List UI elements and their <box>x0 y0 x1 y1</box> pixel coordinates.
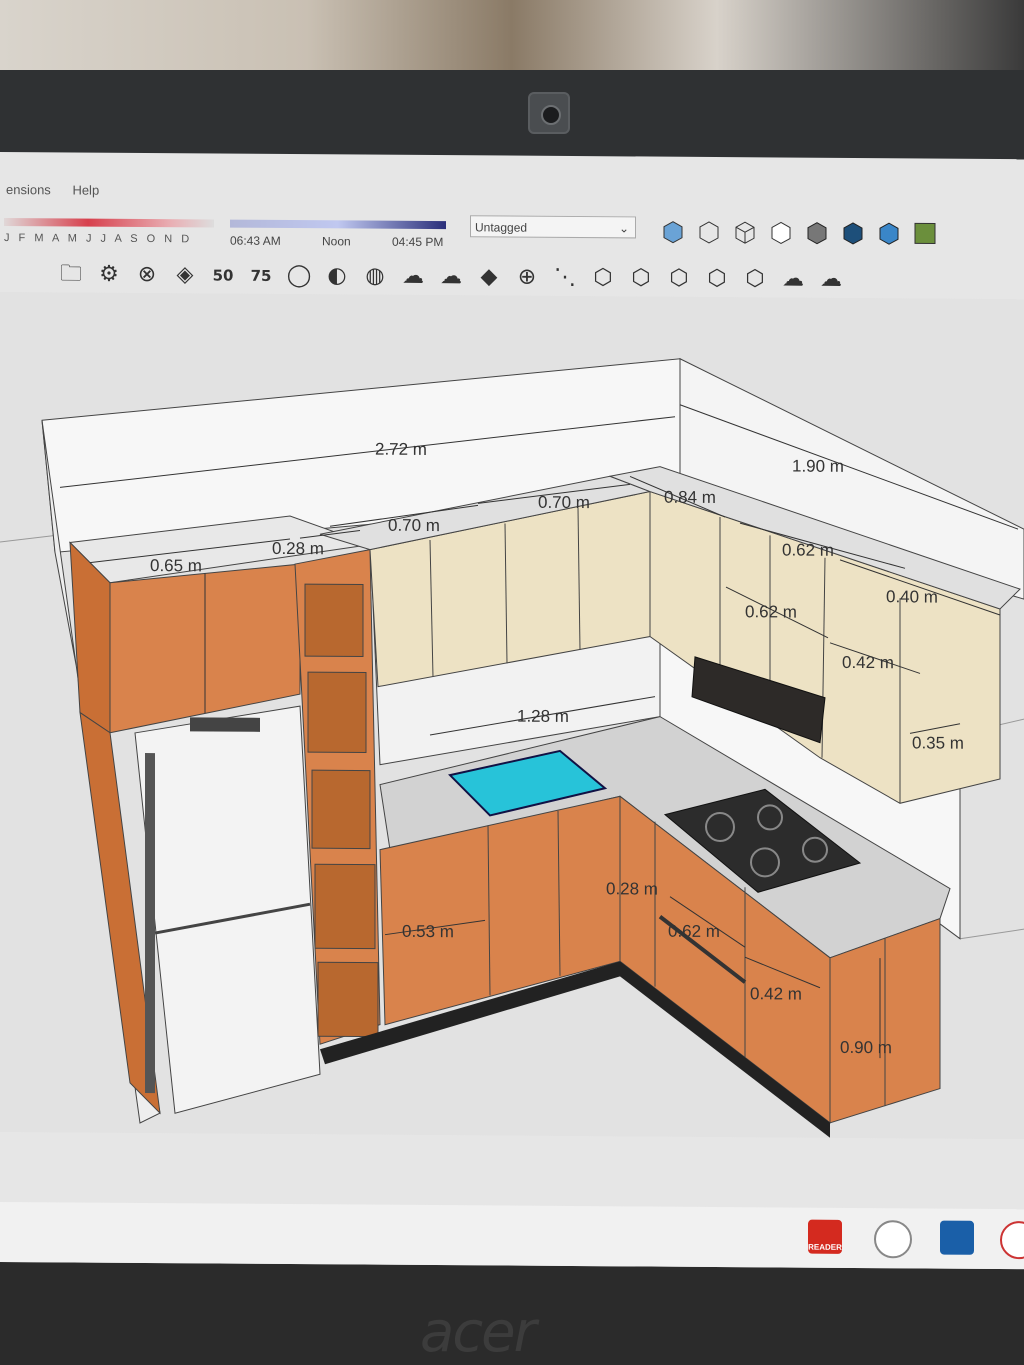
tag-dropdown-value: Untagged <box>475 220 528 235</box>
cloud-x-icon[interactable]: ☁ <box>396 260 430 294</box>
folder-icon[interactable]: 🗀 <box>54 257 88 291</box>
shelf-cubby <box>307 671 367 754</box>
pdf-reader-icon[interactable]: READER <box>808 1219 842 1254</box>
dim-upper-2: 0.70 m <box>538 493 590 512</box>
acer-logo: acer <box>420 1300 537 1365</box>
dashed-line-icon[interactable]: ⋱ <box>548 261 582 295</box>
wireframe-icon[interactable] <box>732 219 758 245</box>
dim-shelf-width: 0.28 m <box>272 539 324 558</box>
model-viewport[interactable]: 2.72 m 1.90 m 0.65 m 0.28 m 0.70 m 0.70 … <box>0 292 1024 1140</box>
reader-label: READER <box>808 1242 842 1252</box>
dim-corner-upper: 0.84 m <box>664 488 716 507</box>
dim-upper-right-2: 0.40 m <box>886 587 938 606</box>
menu-item-help[interactable]: Help <box>72 183 99 198</box>
fridge-display <box>190 717 260 732</box>
dim-upper-1: 0.70 m <box>388 516 440 535</box>
back-edges-icon[interactable] <box>696 219 722 245</box>
hidden-line-icon[interactable] <box>768 219 794 245</box>
orbit-icon[interactable]: ⬡ <box>586 261 620 295</box>
webcam <box>528 92 570 134</box>
shaded-textures-icon[interactable] <box>840 220 866 246</box>
dim-total-width: 2.72 m <box>375 440 427 459</box>
section-icon[interactable]: ⬡ <box>624 261 658 295</box>
opacity-50-button[interactable]: 50 <box>206 258 240 292</box>
background-room <box>0 0 1024 80</box>
contrast-icon[interactable]: ◐ <box>320 259 354 293</box>
xray-style-icon[interactable] <box>660 219 686 245</box>
opacity-50-label: 50 <box>212 266 234 285</box>
layers-box-icon[interactable]: ⬡ <box>700 262 734 296</box>
shaded-icon[interactable] <box>804 220 830 246</box>
fridge <box>134 705 321 1114</box>
laptop-bezel <box>0 70 1024 160</box>
cloud-sync-icon[interactable]: ☁ <box>776 262 810 296</box>
view-icon[interactable]: ◈ <box>168 258 202 292</box>
cloud-refresh-icon[interactable]: ☁ <box>814 263 848 297</box>
time-end-label: 04:45 PM <box>392 234 444 250</box>
cloud-download-icon[interactable]: ☁ <box>434 260 468 294</box>
kitchen-model: 2.72 m 1.90 m 0.65 m 0.28 m 0.70 m 0.70 … <box>0 357 1024 1138</box>
gear-icon[interactable]: ⚙ <box>92 258 126 292</box>
shelf-cubby <box>317 961 379 1038</box>
whatsapp-icon[interactable] <box>874 1220 912 1259</box>
dim-sink-run: 1.28 m <box>517 707 569 726</box>
shelf-cubby <box>314 863 376 950</box>
ground-line <box>959 928 1024 940</box>
export-box-icon[interactable]: ⬡ <box>738 262 772 296</box>
menu-item-extensions[interactable]: ensions <box>6 182 51 197</box>
opacity-75-label: 75 <box>250 266 272 285</box>
fridge-handle <box>145 753 155 1094</box>
dim-upper-right-1: 0.62 m <box>782 540 834 559</box>
date-slider[interactable] <box>4 218 214 228</box>
plus-icon[interactable]: ⊕ <box>510 261 544 295</box>
menu-bar: ensions Help <box>0 182 111 207</box>
close-icon[interactable]: ⊗ <box>130 258 164 292</box>
cloud-box-icon[interactable]: ⬡ <box>662 262 696 296</box>
time-start-label: 06:43 AM <box>230 233 281 248</box>
dim-base-height: 0.90 m <box>840 1038 892 1057</box>
shelf-cubby <box>311 769 371 850</box>
select-icon[interactable]: ◆ <box>472 260 506 294</box>
dim-base-left: 0.53 m <box>402 922 454 941</box>
shelf-cubby <box>304 583 364 658</box>
dim-upper-height: 0.35 m <box>912 733 964 752</box>
time-noon-label: Noon <box>322 234 351 249</box>
month-labels: J F M A M J J A S O N D <box>4 232 193 246</box>
dim-upper-depth-1: 0.62 m <box>745 602 797 621</box>
chevron-down-icon: ⌄ <box>618 221 629 236</box>
sketchup-taskbar-icon[interactable] <box>940 1220 974 1255</box>
component-icon[interactable] <box>912 220 938 246</box>
dim-tall-depth: 0.65 m <box>150 556 202 575</box>
face-style-toolbar <box>660 219 938 247</box>
shadow-toolbar: J F M A M J J A S O N D 06:43 AM Noon 04… <box>0 210 1024 261</box>
windows-taskbar: READER <box>0 1202 1024 1270</box>
sketchup-window: ensions Help J F M A M J J A S O N D 06:… <box>0 152 1024 1270</box>
monochrome-icon[interactable] <box>876 220 902 246</box>
dim-right-wall: 1.90 m <box>792 457 844 476</box>
tag-dropdown[interactable]: Untagged ⌄ <box>470 215 636 239</box>
dim-base-corner: 0.28 m <box>606 879 658 898</box>
chrome-icon[interactable] <box>1000 1220 1024 1260</box>
dim-base-right-2: 0.42 m <box>750 984 802 1003</box>
dim-base-right-1: 0.62 m <box>668 922 720 941</box>
drop-icon[interactable]: ◯ <box>282 259 316 293</box>
time-slider[interactable] <box>230 219 446 230</box>
opacity-75-button[interactable]: 75 <box>244 259 278 293</box>
hatch-icon[interactable]: ◍ <box>358 259 392 293</box>
dim-upper-depth-2: 0.42 m <box>842 653 894 672</box>
